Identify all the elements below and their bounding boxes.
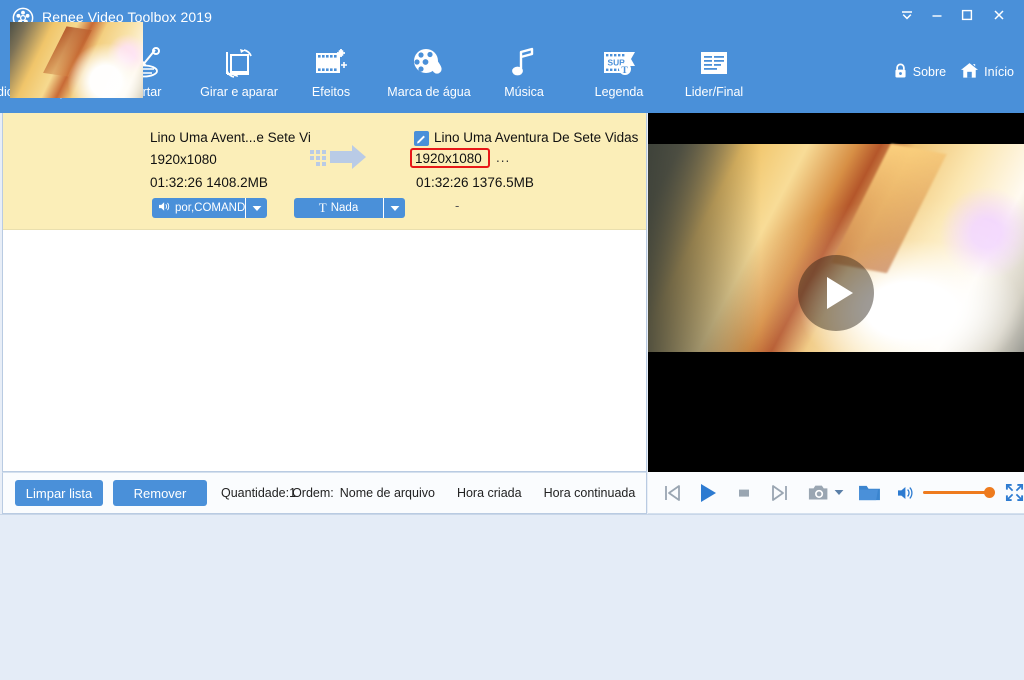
- destination-file-title: Lino Uma Aventura De Sete Vidas: [434, 130, 639, 145]
- fullscreen-icon[interactable]: [1005, 483, 1024, 502]
- sort-by-created-time[interactable]: Hora criada: [457, 486, 522, 500]
- title-bar: Renee Video Toolbox 2019: [0, 0, 1024, 36]
- sort-by-filename[interactable]: Nome de arquivo: [340, 486, 435, 500]
- toolbar-item-label: Girar e aparar: [200, 85, 278, 99]
- toolbar-item-label: Legenda: [594, 85, 644, 99]
- chevron-down-icon[interactable]: [245, 198, 267, 218]
- video-thumbnail: [10, 22, 143, 98]
- subtitle-track-selector[interactable]: T Nada: [294, 198, 405, 218]
- toolbar-item-effects[interactable]: Efeitos: [276, 42, 386, 99]
- source-file-title: Lino Uma Avent...e Sete Vi: [150, 130, 311, 145]
- maximize-button[interactable]: [956, 8, 978, 28]
- order-label: Ordem:: [292, 486, 334, 500]
- list-footer-toolbar: Limpar lista Remover Quantidade:1 Ordem:…: [2, 472, 647, 514]
- folder-icon[interactable]: [858, 483, 881, 502]
- lead-end-icon: [659, 42, 769, 84]
- clear-list-button[interactable]: Limpar lista: [15, 480, 103, 506]
- sort-by-continued-time[interactable]: Hora continuada: [544, 486, 636, 500]
- stop-icon[interactable]: [736, 485, 752, 501]
- player-controls-bar: [648, 472, 1024, 514]
- volume-slider[interactable]: [923, 487, 995, 498]
- effects-icon: [276, 42, 386, 84]
- toolbar-item-label: Lider/Final: [684, 85, 744, 99]
- header-right-links: Sobre Início: [885, 62, 1014, 82]
- about-label: Sobre: [912, 65, 947, 79]
- source-meta: 01:32:26 1408.2MB: [150, 175, 268, 190]
- destination-resolution[interactable]: 1920x1080: [415, 151, 482, 166]
- skip-previous-icon[interactable]: [662, 483, 682, 503]
- remove-button[interactable]: Remover: [113, 480, 207, 506]
- camera-icon[interactable]: [808, 483, 844, 503]
- app-header: Renee Video Toolbox 2019 Cortar Girar e …: [0, 0, 1024, 113]
- source-resolution: 1920x1080: [150, 152, 217, 167]
- toolbar-item-label: Efeitos: [311, 85, 351, 99]
- video-preview[interactable]: [648, 113, 1024, 472]
- volume-slider-knob[interactable]: [984, 487, 995, 498]
- destination-more-button[interactable]: ...: [496, 150, 510, 165]
- convert-arrow-icon: [310, 142, 380, 172]
- toolbar-item-watermark[interactable]: Marca de água: [374, 42, 484, 99]
- close-button[interactable]: [988, 8, 1010, 28]
- about-link[interactable]: Sobre: [893, 63, 946, 82]
- home-label: Início: [984, 65, 1014, 79]
- play-icon[interactable]: [698, 482, 718, 504]
- subtitle-icon: SUB T: [564, 42, 674, 84]
- collapse-ribbon-button[interactable]: [896, 8, 918, 28]
- settings-panel: Mesclar todos arquivos para um ✓ Suporta…: [0, 514, 1024, 680]
- subtitle-track-label: Nada: [330, 202, 359, 214]
- skip-next-icon[interactable]: [770, 483, 790, 503]
- chevron-down-icon: [834, 490, 844, 495]
- watermark-icon: [374, 42, 484, 84]
- music-note-icon: [469, 42, 579, 84]
- toolbar-item-label: Música: [504, 85, 544, 99]
- speaker-icon[interactable]: [897, 485, 915, 501]
- destination-meta: 01:32:26 1376.5MB: [416, 175, 534, 190]
- row-extra-value: -: [455, 198, 460, 213]
- play-overlay-icon[interactable]: [798, 254, 874, 331]
- home-icon: [960, 62, 979, 82]
- pencil-edit-icon[interactable]: [414, 131, 429, 146]
- toolbar-item-label: Marca de água: [387, 85, 471, 99]
- audio-track-label: por,COMAND(: [175, 202, 245, 214]
- svg-text:T: T: [621, 65, 628, 76]
- toolbar-item-subtitle[interactable]: SUB T Legenda: [564, 42, 674, 99]
- home-link[interactable]: Início: [960, 62, 1014, 82]
- text-t-icon: T: [318, 200, 327, 215]
- chevron-down-icon[interactable]: [383, 198, 405, 218]
- lock-icon: [893, 63, 908, 82]
- speaker-icon: [158, 201, 171, 215]
- toolbar-item-leader-final[interactable]: Lider/Final: [659, 42, 769, 99]
- minimize-button[interactable]: [926, 8, 948, 28]
- toolbar-item-music[interactable]: Música: [469, 42, 579, 99]
- quantity-label: Quantidade:1: [221, 486, 297, 500]
- audio-track-selector[interactable]: por,COMAND(: [152, 198, 267, 218]
